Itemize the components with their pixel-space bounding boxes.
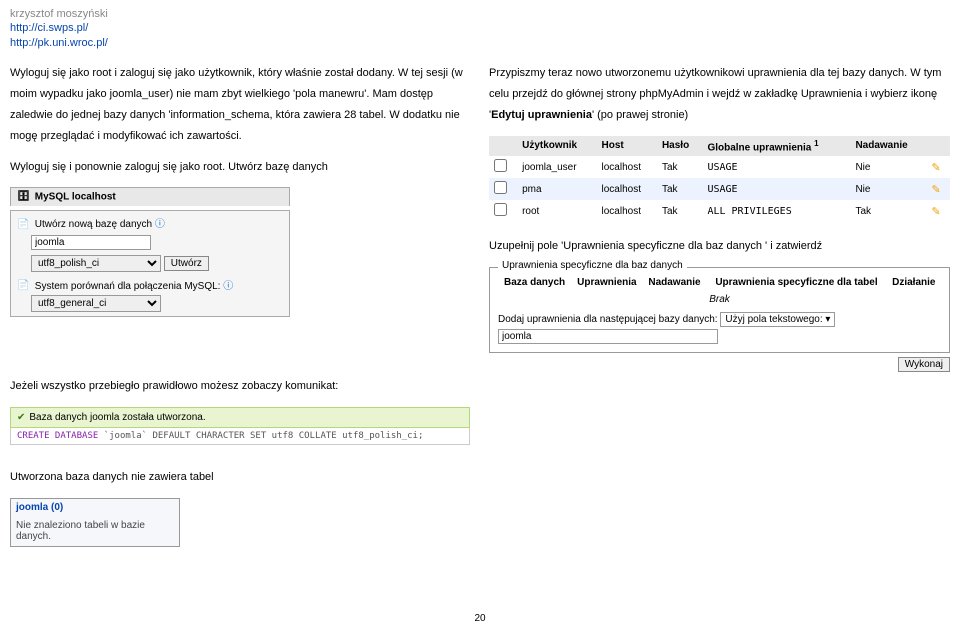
- fh3: Nadawanie: [643, 274, 707, 291]
- notables-text: Utworzona baza danych nie zawiera tabel: [10, 467, 950, 488]
- create-db-label: Utwórz nową bazę danych: [35, 219, 152, 230]
- cell-global: ALL PRIVILEGES: [702, 200, 850, 222]
- fh5: Działanie: [887, 274, 941, 291]
- right-para-2: Uzupełnij pole 'Uprawnienia specyficzne …: [489, 236, 950, 257]
- cell-pass: Tak: [657, 200, 702, 222]
- users-header-row: Użytkownik Host Hasło Globalne uprawnien…: [489, 136, 950, 156]
- db-sidebar-head[interactable]: joomla (0): [16, 502, 63, 513]
- priv-table: Baza danych Uprawnienia Nadawanie Uprawn…: [498, 274, 941, 308]
- header-link-1[interactable]: http://ci.swps.pl/: [10, 22, 950, 34]
- fh4: Uprawnienia specyficzne dla tabel: [706, 274, 886, 291]
- success-box: Baza danych joomla została utworzona. CR…: [10, 407, 470, 445]
- mysql-panel: Utwórz nową bazę danych ⓘ utf8_polish_ci…: [10, 210, 290, 317]
- left-column: Wyloguj się jako root i zaloguj się jako…: [10, 63, 471, 372]
- success-msgbar: Baza danych joomla została utworzona.: [10, 407, 470, 428]
- th-user: Użytkownik: [517, 136, 596, 156]
- author: krzysztof moszyński: [10, 8, 950, 20]
- check-icon: [17, 412, 25, 423]
- row-checkbox[interactable]: [494, 203, 507, 216]
- fh1: Baza danych: [498, 274, 571, 291]
- cell-user: joomla_user: [517, 156, 596, 178]
- success-intro: Jeżeli wszystko przebiegło prawidłowo mo…: [10, 376, 950, 397]
- row-checkbox[interactable]: [494, 159, 507, 172]
- th-grant: Nadawanie: [850, 136, 926, 156]
- table-row: pma localhost Tak USAGE Nie ✎: [489, 178, 950, 200]
- use-textfield-select[interactable]: Użyj pola tekstowego: ▾: [720, 312, 835, 327]
- db-sidebar-body: Nie znaleziono tabeli w bazie danych.: [11, 516, 179, 546]
- cell-host: localhost: [597, 200, 657, 222]
- mysql-panel-outer: MySQL localhost Utwórz nową bazę danych …: [10, 187, 290, 317]
- mysql-panel-title: MySQL localhost: [10, 187, 290, 206]
- collation-select-1[interactable]: utf8_polish_ci: [31, 255, 161, 272]
- cell-grant: Tak: [850, 200, 926, 222]
- sql-text: CREATE DATABASE `joomla` DEFAULT CHARACT…: [10, 428, 470, 445]
- priv-brak: Brak: [498, 291, 941, 308]
- lightbulb-icon: [17, 219, 29, 231]
- execute-button[interactable]: Wykonaj: [898, 357, 950, 372]
- th-global: Globalne uprawnienia 1: [702, 136, 850, 156]
- cell-pass: Tak: [657, 178, 702, 200]
- left-para-1: Wyloguj się jako root i zaloguj się jako…: [10, 63, 471, 147]
- cell-grant: Nie: [850, 178, 926, 200]
- columns: Wyloguj się jako root i zaloguj się jako…: [10, 63, 950, 372]
- row-checkbox[interactable]: [494, 181, 507, 194]
- users-table: Użytkownik Host Hasło Globalne uprawnien…: [489, 136, 950, 222]
- right-para-1: Przypiszmy teraz nowo utworzonemu użytko…: [489, 63, 950, 126]
- cell-grant: Nie: [850, 156, 926, 178]
- db-name-input[interactable]: [31, 235, 151, 250]
- cell-host: localhost: [597, 178, 657, 200]
- th-pass: Hasło: [657, 136, 702, 156]
- cell-user: pma: [517, 178, 596, 200]
- priv-db-input[interactable]: [498, 329, 718, 344]
- create-button[interactable]: Utwórz: [164, 256, 209, 271]
- success-msg-text: Baza danych joomla została utworzona.: [29, 412, 205, 423]
- db-sidebar-box: joomla (0) Nie znaleziono tabeli w bazie…: [10, 498, 180, 547]
- table-row: root localhost Tak ALL PRIVILEGES Tak ✎: [489, 200, 950, 222]
- right-column: Przypiszmy teraz nowo utworzonemu użytko…: [489, 63, 950, 372]
- left-para-2: Wyloguj się i ponownie zaloguj się jako …: [10, 157, 471, 178]
- cell-user: root: [517, 200, 596, 222]
- fieldset-legend: Uprawnienia specyficzne dla baz danych: [498, 260, 687, 271]
- page-icon: [17, 280, 29, 292]
- cell-host: localhost: [597, 156, 657, 178]
- priv-fieldset: Uprawnienia specyficzne dla baz danych B…: [489, 267, 950, 353]
- th-host: Host: [597, 136, 657, 156]
- add-priv-label: Dodaj uprawnienia dla następującej bazy …: [498, 314, 718, 325]
- cell-global: USAGE: [702, 156, 850, 178]
- edit-priv-bold: Edytuj uprawnienia: [491, 109, 592, 121]
- server-icon: [17, 191, 29, 203]
- fh2: Uprawnienia: [571, 274, 642, 291]
- mysql-title-text: MySQL localhost: [35, 192, 116, 203]
- header-link-2[interactable]: http://pk.uni.wroc.pl/: [10, 37, 950, 49]
- edit-icon[interactable]: ✎: [931, 184, 940, 196]
- cell-global: USAGE: [702, 178, 850, 200]
- table-row: joomla_user localhost Tak USAGE Nie ✎: [489, 156, 950, 178]
- syscmp-label: System porównań dla połączenia MySQL:: [35, 281, 221, 292]
- page-number: 20: [474, 613, 485, 624]
- cell-pass: Tak: [657, 156, 702, 178]
- collation-select-2[interactable]: utf8_general_ci: [31, 295, 161, 312]
- edit-icon[interactable]: ✎: [931, 162, 940, 174]
- edit-icon[interactable]: ✎: [931, 206, 940, 218]
